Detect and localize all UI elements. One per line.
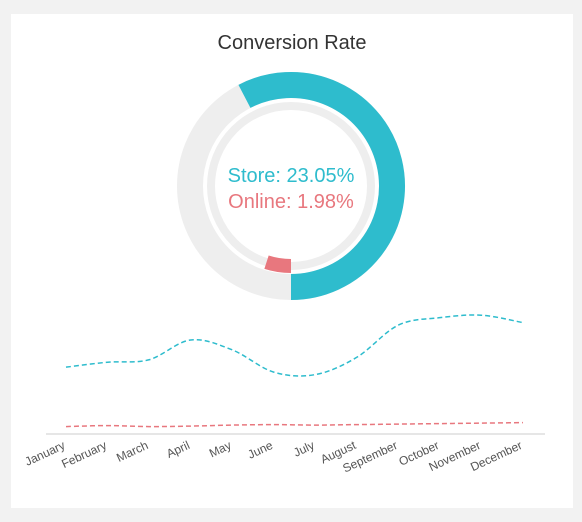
x-tick-label: May bbox=[207, 438, 233, 460]
conversion-rate-chart: Store: 23.05% Online: 1.98% JanuaryFebrua… bbox=[23, 72, 545, 476]
store-rate-label: Store: 23.05% bbox=[228, 165, 355, 187]
conversion-rate-card: Conversion Rate Store: 23.05% Online: 1.9… bbox=[11, 14, 573, 508]
online-rate-label: Online: 1.98% bbox=[228, 191, 354, 213]
x-tick-label: June bbox=[245, 438, 275, 462]
x-tick-label: February bbox=[59, 438, 108, 471]
line-chart: JanuaryFebruary March April May June July Augu… bbox=[23, 314, 545, 476]
donut-chart: Store: 23.05% Online: 1.98% bbox=[177, 72, 405, 300]
online-arc bbox=[264, 255, 292, 273]
x-tick-label: July bbox=[291, 438, 316, 460]
online-trend-line bbox=[65, 421, 524, 428]
x-tick-label: April bbox=[164, 438, 192, 461]
x-tick-label: March bbox=[114, 438, 150, 465]
x-tick-label: January bbox=[23, 438, 68, 469]
store-trend-line bbox=[65, 314, 524, 377]
